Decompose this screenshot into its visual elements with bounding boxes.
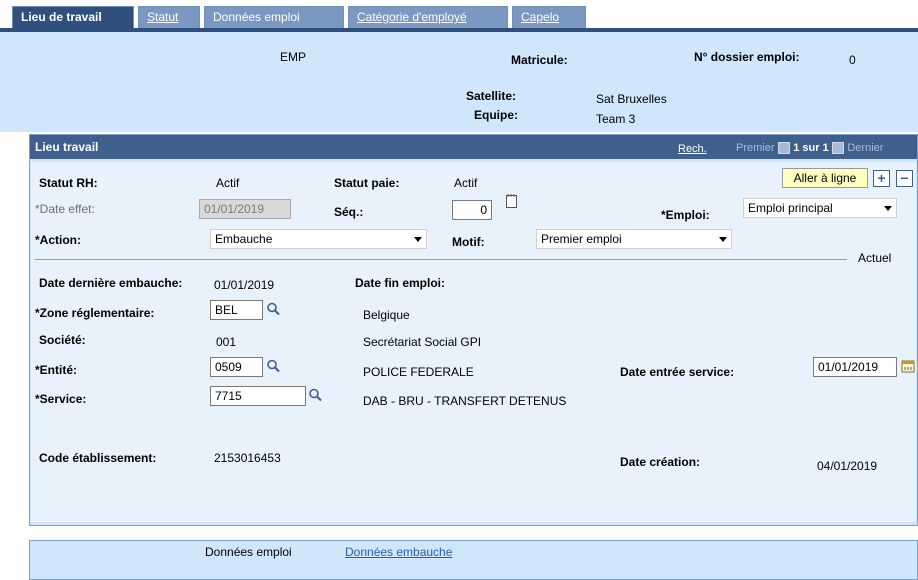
societe-label: Société:	[39, 333, 86, 347]
date-derniere-embauche-label: Date dernière embauche:	[39, 276, 183, 290]
zone-description: Belgique	[363, 308, 410, 322]
dropdown-arrow-icon	[719, 237, 727, 242]
satellite-label: Satellite:	[466, 89, 517, 103]
first-arrow-icon[interactable]	[777, 141, 790, 154]
societe-description: Secrétariat Social GPI	[363, 335, 482, 349]
action-selected: Embauche	[215, 232, 273, 246]
societe-value: 001	[216, 335, 237, 349]
matricule-label: Matricule:	[511, 53, 568, 67]
motif-label: Motif:	[452, 235, 485, 249]
search-link[interactable]: Rech.	[678, 141, 707, 155]
tab-label: Lieu de travail	[21, 10, 102, 24]
magnifier-icon[interactable]	[266, 359, 280, 373]
calendar-icon[interactable]	[901, 359, 915, 373]
tab-donnees-emploi[interactable]: Données emploi	[204, 6, 344, 28]
header-panel	[0, 32, 918, 132]
date-effet-field: 01/01/2019	[199, 199, 291, 219]
motif-selected: Premier emploi	[541, 232, 622, 246]
date-effet-label: *Date effet:	[35, 202, 95, 216]
tab-capelo[interactable]: Capelo	[512, 6, 586, 28]
tab-bar: Lieu de travail Statut Données emploi Ca…	[0, 0, 918, 32]
tab-label: Données emploi	[213, 10, 300, 24]
code-etablissement-value: 2153016453	[214, 451, 281, 465]
dossier-emploi-label: N° dossier emploi:	[694, 50, 800, 64]
statut-rh-label: Statut RH:	[39, 176, 98, 190]
aller-a-ligne-button[interactable]: Aller à ligne	[782, 168, 868, 188]
date-entree-service-field[interactable]: 01/01/2019	[813, 357, 897, 377]
entite-label: *Entité:	[35, 363, 77, 377]
footer-panel	[29, 540, 918, 580]
grid-navigation: Premier 1 sur 1 Dernier	[736, 140, 883, 154]
delete-row-button[interactable]: −	[896, 170, 913, 187]
add-row-button[interactable]: +	[873, 170, 890, 187]
tab-lieu-de-travail[interactable]: Lieu de travail	[12, 6, 134, 28]
statut-rh-value: Actif	[216, 176, 240, 190]
grid-header: Lieu travail Rech. Premier 1 sur 1 Derni…	[30, 135, 917, 159]
seq-label: Séq.:	[334, 205, 364, 219]
note-icon[interactable]	[505, 193, 519, 209]
entite-field[interactable]: 0509	[210, 357, 263, 377]
date-fin-emploi-label: Date fin emploi:	[355, 276, 446, 290]
tab-label: Catégorie d'employé	[357, 10, 467, 24]
date-creation-value: 04/01/2019	[817, 459, 878, 473]
donnees-emploi-text: Données emploi	[205, 545, 292, 559]
row-count: 1 sur 1	[793, 142, 829, 154]
donnees-embauche-link[interactable]: Données embauche	[345, 545, 452, 559]
service-field[interactable]: 7715	[210, 386, 306, 406]
actuel-label: Actuel	[858, 251, 892, 265]
zone-reglementaire-field[interactable]: BEL	[210, 300, 263, 320]
dossier-emploi-value: 0	[849, 53, 856, 67]
tab-statut[interactable]: Statut	[138, 6, 200, 28]
date-creation-label: Date création:	[620, 455, 701, 469]
statut-paie-value: Actif	[454, 176, 478, 190]
last-label: Dernier	[847, 142, 884, 154]
statut-paie-label: Statut paie:	[334, 176, 400, 190]
service-description: DAB - BRU - TRANSFERT DETENUS	[363, 394, 567, 408]
emp-label: EMP	[280, 50, 307, 64]
lieu-travail-grid: Lieu travail Rech. Premier 1 sur 1 Derni…	[29, 134, 918, 526]
action-label: *Action:	[35, 233, 81, 247]
zone-reglementaire-label: *Zone réglementaire:	[35, 306, 155, 320]
magnifier-icon[interactable]	[266, 302, 280, 316]
satellite-value: Sat Bruxelles	[596, 92, 667, 106]
search-link-label: Rech.	[678, 143, 707, 155]
emploi-label: *Emploi:	[661, 208, 710, 222]
date-derniere-embauche-value: 01/01/2019	[214, 278, 275, 292]
emploi-select[interactable]: Emploi principal	[743, 198, 897, 218]
tab-label: Capelo	[521, 10, 560, 24]
separator-line	[35, 259, 847, 260]
equipe-value: Team 3	[596, 112, 636, 126]
first-label: Premier	[736, 142, 775, 154]
code-etablissement-label: Code établissement:	[39, 451, 157, 465]
dropdown-arrow-icon	[884, 206, 892, 211]
service-label: *Service:	[35, 392, 87, 406]
last-arrow-icon[interactable]	[832, 141, 845, 154]
magnifier-icon[interactable]	[308, 388, 322, 402]
seq-field[interactable]: 0	[452, 200, 492, 220]
dropdown-arrow-icon	[414, 237, 422, 242]
equipe-label: Equipe:	[474, 108, 518, 122]
motif-select[interactable]: Premier emploi	[536, 229, 732, 249]
date-entree-service-label: Date entrée service:	[620, 365, 735, 379]
emploi-selected: Emploi principal	[748, 201, 833, 215]
action-select[interactable]: Embauche	[210, 229, 427, 249]
entite-description: POLICE FEDERALE	[363, 365, 474, 379]
tab-categorie-employe[interactable]: Catégorie d'employé	[348, 6, 508, 28]
tab-label: Statut	[147, 10, 179, 24]
grid-title: Lieu travail	[35, 140, 99, 154]
